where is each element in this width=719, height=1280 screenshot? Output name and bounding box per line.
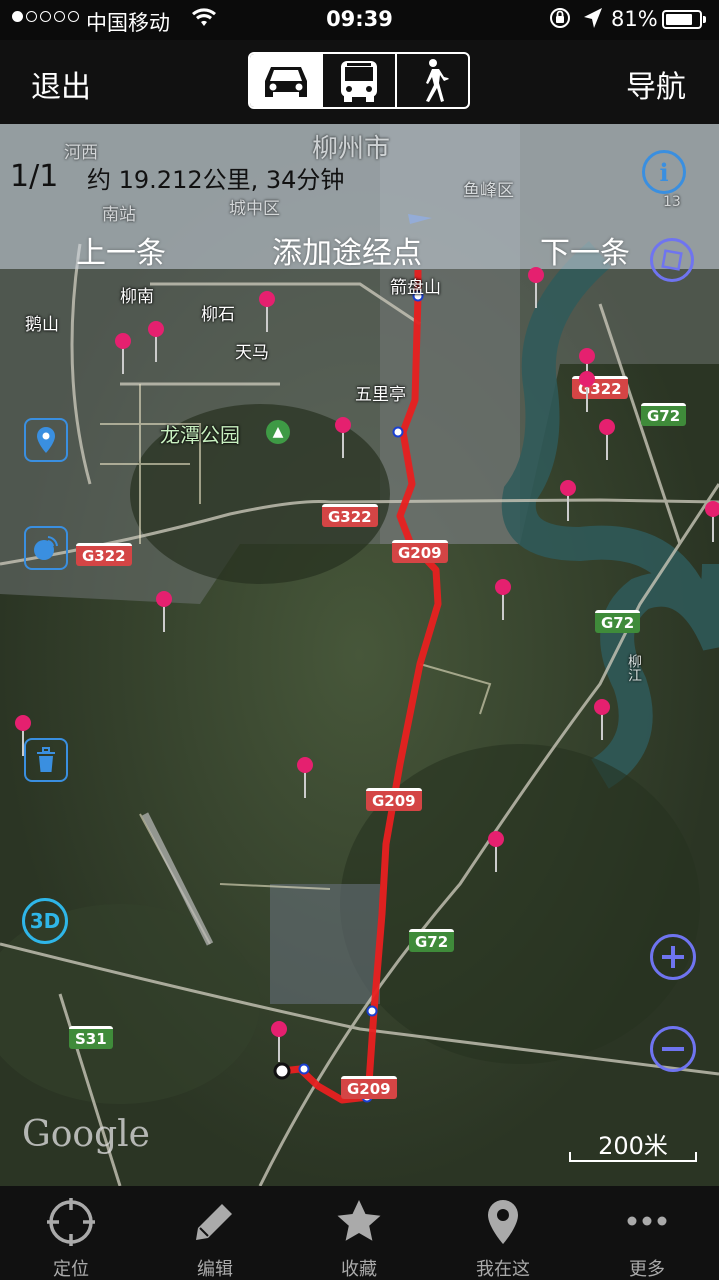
tab-favorite[interactable]: 收藏 — [304, 1186, 414, 1280]
tab-here[interactable]: 我在这 — [448, 1186, 558, 1280]
car-icon — [264, 66, 307, 97]
map-pin-icon[interactable] — [155, 590, 173, 632]
map-pin-icon[interactable] — [258, 290, 276, 332]
status-bar: 中国移动 09:39 81% — [0, 0, 719, 40]
satellite-layer-button[interactable] — [24, 526, 68, 570]
location-pin-icon — [37, 427, 55, 453]
more-dots-icon — [627, 1216, 667, 1226]
rotation-lock-icon — [548, 6, 572, 35]
map-label-jianpanshan: 箭盘山 — [390, 278, 441, 298]
walk-mode-button[interactable] — [397, 54, 468, 107]
route-summary: 约 19.212公里, 34分钟 — [87, 166, 345, 194]
map-label-liushi: 柳石 — [201, 305, 235, 325]
3d-icon: 3D — [29, 909, 61, 933]
map-pin-icon[interactable] — [270, 1020, 288, 1062]
tab-more-label: 更多 — [629, 1259, 665, 1280]
start-navigation-button[interactable]: 导航 — [626, 62, 686, 106]
clear-map-button[interactable] — [24, 738, 68, 782]
trash-icon — [37, 747, 55, 772]
location-arrow-icon — [582, 6, 604, 35]
map-attribution: Google — [22, 1114, 150, 1155]
pin-icon — [488, 1200, 518, 1244]
satellite-icon — [34, 536, 58, 560]
pencil-icon — [196, 1204, 232, 1240]
battery-percent: 81% — [611, 7, 658, 31]
tab-locate-label: 定位 — [53, 1259, 89, 1280]
map-label-liunan: 柳南 — [120, 287, 154, 307]
map-pin-icon[interactable] — [114, 332, 132, 374]
info-icon: i — [659, 157, 669, 187]
star-icon — [337, 1200, 381, 1241]
walk-icon — [426, 58, 450, 102]
tab-favorite-label: 收藏 — [341, 1259, 377, 1280]
minus-icon — [662, 1047, 684, 1051]
road-shield-g209: G209 — [366, 788, 422, 811]
show-location-button[interactable] — [24, 418, 68, 462]
tab-more[interactable]: 更多 — [592, 1186, 702, 1280]
map-label-tianma: 天马 — [235, 343, 269, 363]
map-pin-icon[interactable] — [559, 479, 577, 521]
compass-icon — [661, 249, 683, 271]
map-scale: 200米 — [569, 1124, 697, 1162]
zoom-out-button[interactable] — [650, 1026, 696, 1072]
bottom-tab-bar: 定位 编辑 收藏 我在这 更多 — [0, 1186, 719, 1280]
plus-icon — [662, 946, 684, 968]
tab-edit-label: 编辑 — [197, 1259, 233, 1280]
car-mode-button[interactable] — [250, 54, 324, 107]
map-pin-icon[interactable] — [494, 578, 512, 620]
road-shield-g322: G322 — [76, 543, 132, 566]
map-label-hexi: 河西 — [64, 143, 98, 163]
map-label-liuzhou: 柳州市 — [312, 134, 391, 164]
bus-mode-button[interactable] — [323, 54, 397, 107]
map-pin-icon[interactable] — [487, 830, 505, 872]
map-label-liujiang: 柳江 — [626, 654, 642, 682]
road-shield-g209: G209 — [341, 1076, 397, 1099]
road-shield-g322: G322 — [322, 504, 378, 527]
map-pin-icon[interactable] — [578, 370, 596, 412]
battery-icon — [662, 10, 706, 29]
route-count: 1/1 — [10, 159, 59, 194]
map-label-chengzhongqu: 城中区 — [229, 199, 280, 219]
zoom-in-button[interactable] — [650, 934, 696, 980]
road-shield-g72: G72 — [595, 610, 641, 633]
add-waypoint-button[interactable]: 添加途经点 — [272, 228, 422, 272]
road-shield-s31: S31 — [69, 1026, 113, 1049]
map-pin-icon[interactable] — [527, 266, 545, 308]
map-label-eshan: 鹅山 — [25, 315, 59, 335]
tab-locate[interactable]: 定位 — [16, 1186, 126, 1280]
crosshair-icon — [47, 1198, 95, 1246]
tab-here-label: 我在这 — [476, 1259, 530, 1280]
park-tree-icon: ▲ — [266, 420, 290, 444]
map-label-nanzhan: 南站 — [102, 205, 136, 225]
road-shield-g72: G72 — [641, 403, 687, 426]
road-shield-g72: G72 — [409, 929, 455, 952]
next-route-button[interactable]: 下一条 — [540, 228, 630, 272]
tab-edit[interactable]: 编辑 — [160, 1186, 270, 1280]
transport-mode-switcher — [248, 52, 470, 109]
map-pin-icon[interactable] — [593, 698, 611, 740]
exit-button[interactable]: 退出 — [31, 62, 91, 106]
previous-route-button[interactable]: 上一条 — [76, 228, 166, 272]
navigation-bar: 退出 导航 — [0, 40, 719, 124]
map-pin-icon[interactable] — [334, 416, 352, 458]
map-pin-icon[interactable] — [147, 320, 165, 362]
info-button[interactable]: i — [642, 150, 686, 194]
map-label-longtan: 龙潭公园 — [160, 423, 240, 447]
road-shield-g209: G209 — [392, 540, 448, 563]
map-view[interactable]: 1/1 约 19.212公里, 34分钟 上一条 添加途经点 下一条 柳州市 河… — [0, 124, 719, 1186]
bus-icon — [340, 60, 377, 102]
map-label-wulit: 五里亭 — [355, 385, 406, 405]
compass-button[interactable] — [650, 238, 694, 282]
map-pin-icon[interactable] — [598, 418, 616, 460]
map-label-yufengqu: 鱼峰区 — [463, 181, 514, 201]
map-pin-icon[interactable] — [296, 756, 314, 798]
map-pin-icon[interactable] — [704, 500, 719, 542]
3d-view-button[interactable]: 3D — [22, 898, 68, 944]
map-label-13: 13 — [663, 194, 681, 210]
